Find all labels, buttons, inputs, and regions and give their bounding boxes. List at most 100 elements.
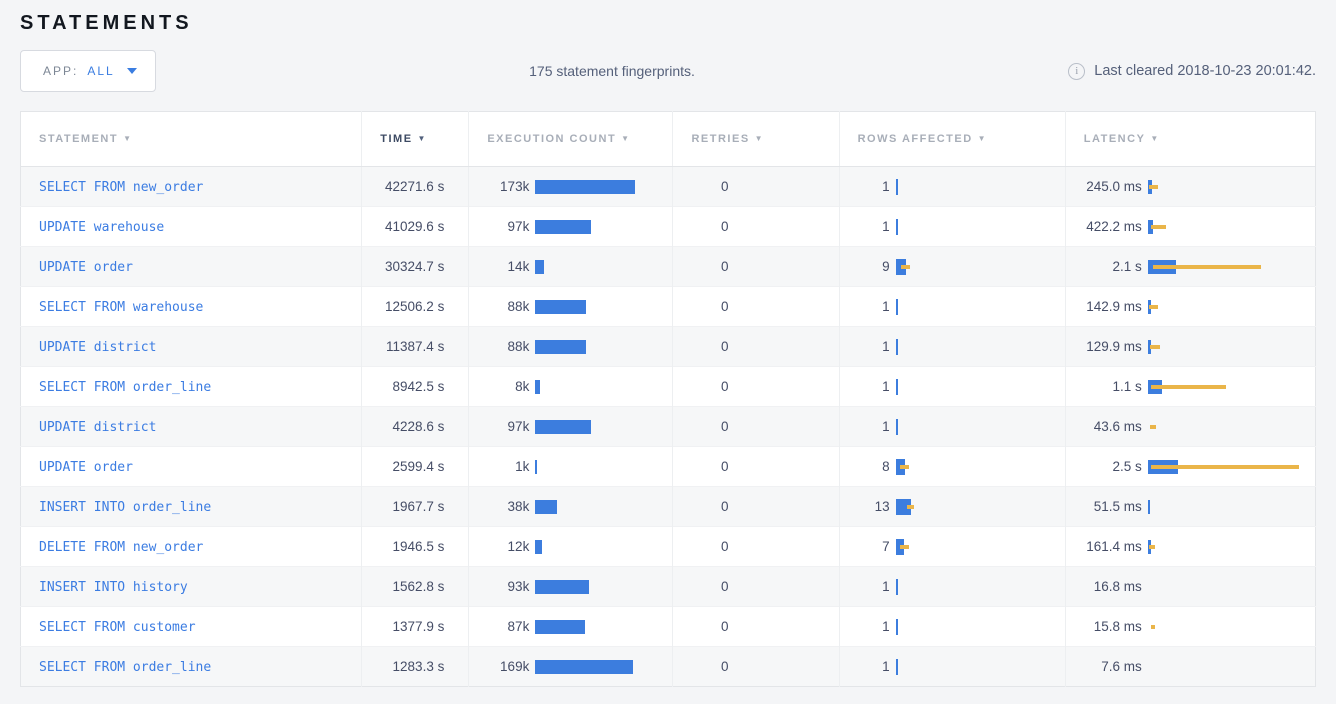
column-label: TIME xyxy=(380,133,412,145)
rows-affected-cell-value: 7 xyxy=(840,539,890,554)
statement-cell: UPDATE order xyxy=(21,447,362,487)
rows-affected-cell-stddev-bar xyxy=(900,545,909,549)
time-cell: 41029.6 s xyxy=(362,207,469,247)
latency-cell-barzone xyxy=(1148,657,1315,677)
table-row: UPDATE district4228.6 s97k0143.6 ms xyxy=(21,407,1316,447)
latency-cell-barzone xyxy=(1148,497,1315,517)
execution-count-cell-mean-bar xyxy=(535,540,542,554)
retries-cell: 0 xyxy=(673,487,839,527)
rows-affected-cell-barzone xyxy=(896,337,1065,357)
retries-value: 0 xyxy=(673,539,728,554)
latency-cell: 2.1 s xyxy=(1065,247,1315,287)
time-cell: 1967.7 s xyxy=(362,487,469,527)
execution-count-cell-mean-bar xyxy=(535,260,544,274)
rows-affected-cell-barzone xyxy=(896,177,1065,197)
rows-affected-cell-mean-bar xyxy=(896,419,898,435)
statement-link[interactable]: SELECT FROM order_line xyxy=(39,660,211,675)
column-header-rows-affected[interactable]: ROWS AFFECTED▼ xyxy=(839,112,1065,167)
statement-cell: UPDATE district xyxy=(21,327,362,367)
column-header-time[interactable]: TIME ▼ xyxy=(362,112,469,167)
rows-affected-cell-mean-bar xyxy=(896,179,898,195)
time-cell: 4228.6 s xyxy=(362,407,469,447)
retries-value: 0 xyxy=(673,299,728,314)
execution-count-cell: 88k xyxy=(469,287,673,327)
latency-cell-value: 2.5 s xyxy=(1066,459,1142,474)
statement-link[interactable]: INSERT INTO history xyxy=(39,580,188,595)
execution-count-cell: 97k xyxy=(469,207,673,247)
column-header-statement[interactable]: STATEMENT▼ xyxy=(21,112,362,167)
rows-affected-cell-value: 1 xyxy=(840,299,890,314)
latency-cell-stddev-bar xyxy=(1151,385,1226,389)
column-header-retries[interactable]: RETRIES▼ xyxy=(673,112,839,167)
execution-count-cell-value: 1k xyxy=(469,459,529,474)
statement-link[interactable]: SELECT FROM customer xyxy=(39,620,196,635)
statement-cell: UPDATE warehouse xyxy=(21,207,362,247)
latency-cell-barzone xyxy=(1148,577,1315,597)
execution-count-cell-value: 93k xyxy=(469,579,529,594)
statement-fingerprints-summary: 175 statement fingerprints. xyxy=(156,63,1069,79)
statement-link[interactable]: UPDATE district xyxy=(39,340,156,355)
table-row: SELECT FROM new_order42271.6 s173k01245.… xyxy=(21,167,1316,207)
statement-cell: INSERT INTO order_line xyxy=(21,487,362,527)
latency-cell: 51.5 ms xyxy=(1065,487,1315,527)
latency-cell: 161.4 ms xyxy=(1065,527,1315,567)
statement-link[interactable]: UPDATE warehouse xyxy=(39,220,164,235)
rows-affected-cell-mean-bar xyxy=(896,579,898,595)
rows-affected-cell: 1 xyxy=(839,167,1065,207)
execution-count-cell-mean-bar xyxy=(535,180,635,194)
statement-cell: UPDATE district xyxy=(21,407,362,447)
rows-affected-cell-barzone xyxy=(896,617,1065,637)
rows-affected-cell-barzone xyxy=(896,657,1065,677)
table-header: STATEMENT▼TIME▼EXECUTION COUNT▼RETRIES▼R… xyxy=(21,112,1316,167)
latency-cell-value: 15.8 ms xyxy=(1066,619,1142,634)
toolbar: APP: ALL 175 statement fingerprints. i L… xyxy=(20,50,1316,92)
latency-cell-barzone xyxy=(1148,417,1315,437)
execution-count-cell-barzone xyxy=(535,577,672,597)
statements-page: STATEMENTS APP: ALL 175 statement finger… xyxy=(0,12,1336,687)
execution-count-cell-barzone xyxy=(535,537,672,557)
column-header-latency[interactable]: LATENCY▼ xyxy=(1065,112,1315,167)
statement-cell: UPDATE order xyxy=(21,247,362,287)
retries-value: 0 xyxy=(673,459,728,474)
column-header-execution-count[interactable]: EXECUTION COUNT▼ xyxy=(469,112,673,167)
retries-cell: 0 xyxy=(673,407,839,447)
execution-count-cell: 88k xyxy=(469,327,673,367)
time-cell: 2599.4 s xyxy=(362,447,469,487)
latency-cell-stddev-bar xyxy=(1153,265,1261,269)
statement-link[interactable]: UPDATE order xyxy=(39,260,133,275)
sort-arrow-icon: ▼ xyxy=(978,134,987,143)
time-cell: 8942.5 s xyxy=(362,367,469,407)
execution-count-cell: 1k xyxy=(469,447,673,487)
statement-link[interactable]: UPDATE district xyxy=(39,420,156,435)
rows-affected-cell-value: 1 xyxy=(840,379,890,394)
statement-link[interactable]: INSERT INTO order_line xyxy=(39,500,211,515)
rows-affected-cell: 1 xyxy=(839,207,1065,247)
execution-count-cell: 93k xyxy=(469,567,673,607)
table-row: UPDATE district11387.4 s88k01129.9 ms xyxy=(21,327,1316,367)
latency-cell-value: 43.6 ms xyxy=(1066,419,1142,434)
latency-cell: 43.6 ms xyxy=(1065,407,1315,447)
statement-link[interactable]: UPDATE order xyxy=(39,460,133,475)
sort-arrow-icon: ▼ xyxy=(621,134,630,143)
retries-value: 0 xyxy=(673,499,728,514)
sort-arrow-icon: ▼ xyxy=(1150,134,1159,143)
rows-affected-cell-barzone xyxy=(896,297,1065,317)
statement-link[interactable]: SELECT FROM order_line xyxy=(39,380,211,395)
app-filter-dropdown[interactable]: APP: ALL xyxy=(20,50,156,92)
sort-arrow-icon: ▼ xyxy=(418,134,427,143)
info-icon[interactable]: i xyxy=(1068,63,1085,80)
execution-count-cell-value: 87k xyxy=(469,619,529,634)
rows-affected-cell: 7 xyxy=(839,527,1065,567)
execution-count-cell-barzone xyxy=(535,497,672,517)
execution-count-cell-value: 97k xyxy=(469,419,529,434)
table-row: UPDATE order2599.4 s1k082.5 s xyxy=(21,447,1316,487)
execution-count-cell: 97k xyxy=(469,407,673,447)
retries-cell: 0 xyxy=(673,647,839,687)
latency-cell-value: 142.9 ms xyxy=(1066,299,1142,314)
statement-link[interactable]: SELECT FROM new_order xyxy=(39,180,203,195)
rows-affected-cell-stddev-bar xyxy=(907,505,914,509)
statement-link[interactable]: DELETE FROM new_order xyxy=(39,540,203,555)
latency-cell-value: 161.4 ms xyxy=(1066,539,1142,554)
statement-cell: SELECT FROM order_line xyxy=(21,647,362,687)
statement-link[interactable]: SELECT FROM warehouse xyxy=(39,300,203,315)
